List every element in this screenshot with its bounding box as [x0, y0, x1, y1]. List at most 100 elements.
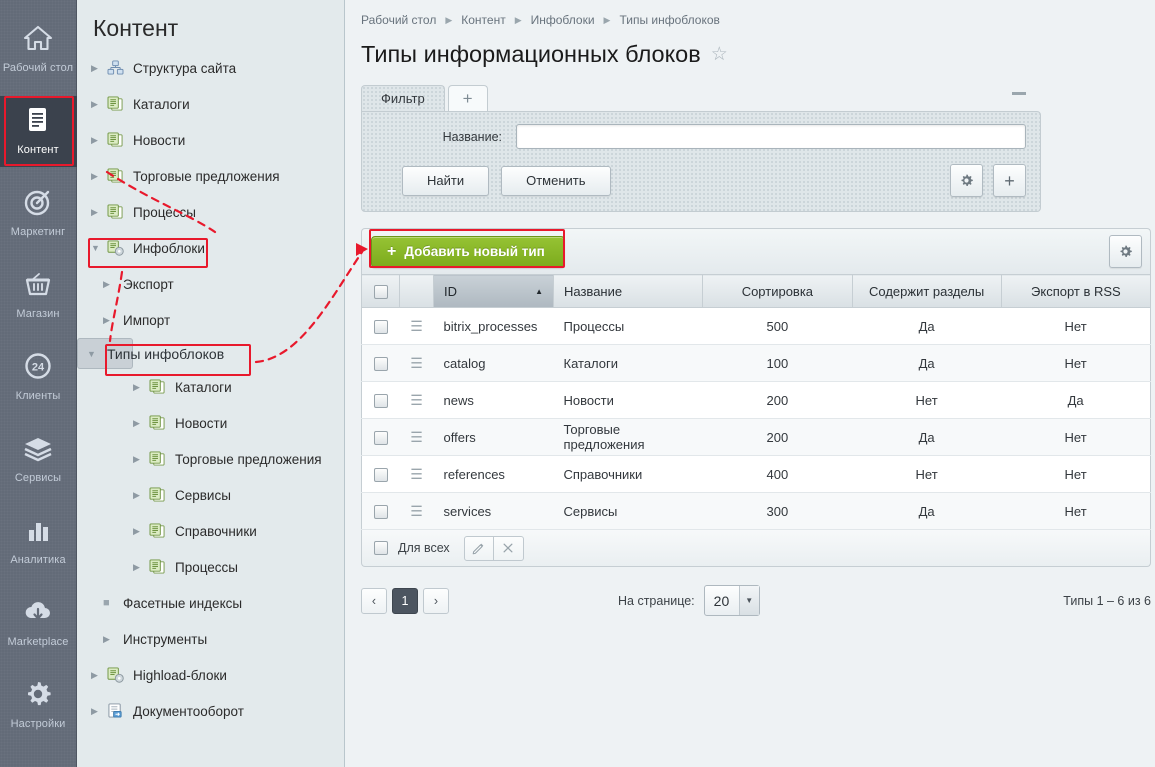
checkbox-icon[interactable]: [373, 504, 388, 519]
chevron-down-icon[interactable]: ▼: [91, 243, 107, 253]
breadcrumb-item[interactable]: Контент: [461, 13, 505, 27]
select-all-checkbox[interactable]: [374, 541, 388, 555]
chevron-right-icon[interactable]: ▶: [91, 171, 107, 182]
hamburger-menu-icon[interactable]: ☰: [410, 429, 423, 445]
sidebar-item-16[interactable]: ▶ Инструменты: [77, 621, 344, 657]
find-button[interactable]: Найти: [402, 165, 490, 196]
rail-item-analytics[interactable]: Аналитика: [0, 506, 77, 577]
add-new-type-button[interactable]: + Добавить новый тип: [371, 235, 565, 268]
row-checkbox-cell[interactable]: [361, 344, 400, 382]
tab-filter[interactable]: Фильтр: [361, 85, 445, 112]
sidebar-item-12[interactable]: ▶ Сервисы: [77, 477, 344, 513]
next-page-button[interactable]: ›: [423, 587, 449, 614]
sidebar-item-18[interactable]: ▶ Документооборот: [77, 693, 344, 729]
rail-item-content[interactable]: Контент: [0, 96, 77, 167]
row-menu-cell[interactable]: ☰: [399, 418, 434, 456]
row-menu-cell[interactable]: ☰: [399, 344, 434, 382]
sidebar-item-17[interactable]: ▶ Highload-блоки: [77, 657, 344, 693]
row-menu-cell[interactable]: ☰: [399, 307, 434, 345]
row-menu-cell[interactable]: ☰: [399, 492, 434, 530]
sidebar-item-7[interactable]: ▶ Импорт: [77, 302, 344, 338]
chevron-right-icon[interactable]: ▶: [133, 562, 149, 573]
filter-settings-button[interactable]: [950, 164, 983, 197]
hamburger-menu-icon[interactable]: ☰: [410, 466, 423, 482]
row-checkbox-cell[interactable]: [361, 455, 400, 493]
rail-item-services[interactable]: Сервисы: [0, 424, 77, 495]
row-menu-cell[interactable]: ☰: [399, 381, 434, 419]
table-row[interactable]: ☰ offers Торговые предложения 200 Да Нет: [361, 418, 1152, 456]
rail-item-shop[interactable]: Магазин: [0, 260, 77, 331]
minus-icon[interactable]: [1012, 92, 1026, 95]
sidebar-item-1[interactable]: ▶ Каталоги: [77, 86, 344, 122]
table-row[interactable]: ☰ news Новости 200 Нет Да: [361, 381, 1152, 419]
hamburger-menu-icon[interactable]: ☰: [410, 503, 423, 519]
chevron-right-icon[interactable]: ▶: [133, 526, 149, 537]
select-all-header[interactable]: [361, 274, 400, 308]
page-1-button[interactable]: 1: [392, 587, 418, 614]
filter-add-button[interactable]: +: [993, 164, 1026, 197]
sidebar-item-5[interactable]: ▼ Инфоблоки: [77, 230, 344, 266]
chevron-right-icon[interactable]: ▶: [103, 315, 119, 326]
chevron-right-icon[interactable]: ▶: [103, 279, 119, 290]
table-row[interactable]: ☰ bitrix_processes Процессы 500 Да Нет: [361, 307, 1152, 345]
chevron-right-icon[interactable]: ▶: [133, 418, 149, 429]
hamburger-menu-icon[interactable]: ☰: [410, 355, 423, 371]
sidebar-item-0[interactable]: ▶ Структура сайта: [77, 50, 344, 86]
checkbox-icon[interactable]: [373, 319, 388, 334]
hamburger-menu-icon[interactable]: ☰: [410, 318, 423, 334]
chevron-right-icon[interactable]: ▶: [133, 382, 149, 393]
chevron-right-icon[interactable]: ▶: [91, 670, 107, 681]
row-menu-cell[interactable]: ☰: [399, 455, 434, 493]
rail-item-marketplace[interactable]: Marketplace: [0, 588, 77, 659]
sidebar-item-2[interactable]: ▶ Новости: [77, 122, 344, 158]
chevron-right-icon[interactable]: ▶: [91, 99, 107, 110]
chevron-right-icon[interactable]: ▶: [91, 63, 107, 74]
rail-item-settings[interactable]: Настройки: [0, 670, 77, 741]
row-checkbox-cell[interactable]: [361, 492, 400, 530]
checkbox-icon[interactable]: [373, 430, 388, 445]
sidebar-item-14[interactable]: ▶ Процессы: [77, 549, 344, 585]
breadcrumb-item[interactable]: Рабочий стол: [361, 13, 436, 27]
cancel-button[interactable]: Отменить: [501, 165, 611, 196]
prev-page-button[interactable]: ‹: [361, 587, 387, 614]
row-checkbox-cell[interactable]: [361, 418, 400, 456]
hamburger-menu-icon[interactable]: ☰: [410, 392, 423, 408]
filter-name-input[interactable]: [516, 124, 1026, 149]
table-row[interactable]: ☰ catalog Каталоги 100 Да Нет: [361, 344, 1152, 382]
sidebar-item-8[interactable]: ▼ Типы инфоблоков: [77, 338, 224, 369]
column-header-sort[interactable]: Сортировка: [702, 274, 853, 308]
bullet-icon[interactable]: ■: [103, 597, 119, 609]
chevron-right-icon[interactable]: ▶: [91, 207, 107, 218]
rail-item-marketing[interactable]: Маркетинг: [0, 178, 77, 249]
delete-selected-button[interactable]: [493, 535, 524, 561]
checkbox-icon[interactable]: [373, 356, 388, 371]
row-checkbox-cell[interactable]: [361, 307, 400, 345]
grid-settings-button[interactable]: [1109, 235, 1142, 268]
add-filter-tab-button[interactable]: +: [447, 85, 488, 112]
sidebar-item-15[interactable]: ■ Фасетные индексы: [77, 585, 344, 621]
chevron-right-icon[interactable]: ▶: [133, 490, 149, 501]
per-page-select[interactable]: 20 ▼: [703, 585, 760, 616]
sidebar-item-11[interactable]: ▶ Торговые предложения: [77, 441, 344, 477]
sidebar-item-3[interactable]: ▶ Торговые предложения: [77, 158, 344, 194]
chevron-right-icon[interactable]: ▶: [91, 135, 107, 146]
checkbox-icon[interactable]: [373, 393, 388, 408]
chevron-right-icon[interactable]: ▶: [91, 706, 107, 717]
rail-item-clients[interactable]: 24 Клиенты: [0, 342, 77, 413]
sidebar-item-6[interactable]: ▶ Экспорт: [77, 266, 344, 302]
star-icon[interactable]: ☆: [711, 43, 728, 66]
chevron-right-icon[interactable]: ▶: [133, 454, 149, 465]
breadcrumb-item[interactable]: Инфоблоки: [531, 13, 595, 27]
sidebar-item-4[interactable]: ▶ Процессы: [77, 194, 344, 230]
rail-item-desktop[interactable]: Рабочий стол: [0, 14, 77, 85]
table-row[interactable]: ☰ references Справочники 400 Нет Нет: [361, 455, 1152, 493]
column-header-rss[interactable]: Экспорт в RSS: [1000, 274, 1152, 308]
table-row[interactable]: ☰ services Сервисы 300 Да Нет: [361, 492, 1152, 530]
checkbox-icon[interactable]: [373, 467, 388, 482]
sidebar-item-13[interactable]: ▶ Справочники: [77, 513, 344, 549]
chevron-right-icon[interactable]: ▶: [103, 634, 119, 645]
edit-selected-button[interactable]: [463, 535, 494, 561]
sidebar-item-9[interactable]: ▶ Каталоги: [77, 369, 344, 405]
checkbox-icon[interactable]: [373, 284, 388, 299]
column-header-name[interactable]: Название: [552, 274, 704, 308]
